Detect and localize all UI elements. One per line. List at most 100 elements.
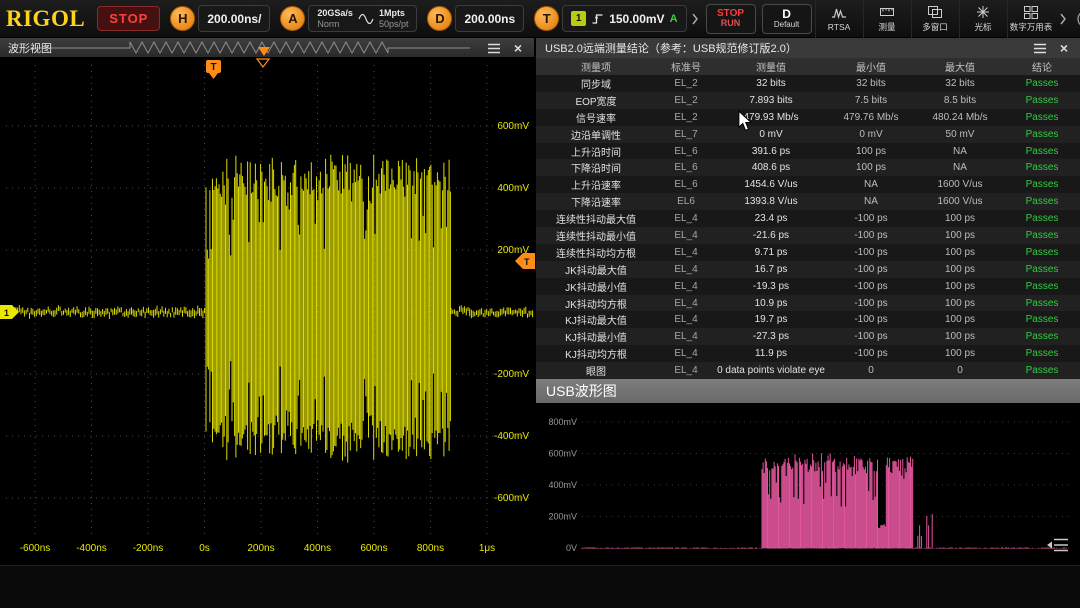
table-row[interactable]: 连续性抖动均方根EL_49.71 ps-100 ps100 psPasses	[536, 244, 1080, 261]
measure-item-cell: 上升沿时间	[536, 143, 656, 160]
table-row[interactable]: 眼图EL_40 data points violate eye00Passes	[536, 362, 1080, 379]
table-row[interactable]: 上升沿时间EL_6391.6 ps100 psNAPasses	[536, 143, 1080, 160]
delay-readout[interactable]: 200.00ns	[455, 5, 524, 32]
measured-value-cell: 9.71 ps	[716, 244, 826, 261]
y-axis-label: 0V	[566, 543, 577, 553]
multi-window-button[interactable]: 多窗口	[911, 0, 959, 38]
standard-cell: EL_2	[656, 109, 716, 126]
menu-icon[interactable]	[1032, 41, 1048, 55]
measure-item-cell: 同步域	[536, 75, 656, 92]
table-row[interactable]: KJ抖动最大值EL_419.7 ps-100 ps100 psPasses	[536, 311, 1080, 328]
chevron-right-icon[interactable]	[691, 13, 699, 25]
dvm-button[interactable]: 数字万用表	[1007, 0, 1055, 38]
chevron-right-icon[interactable]	[1059, 13, 1067, 25]
x-axis-label: 400ns	[304, 543, 331, 554]
collapse-menu-icon[interactable]	[1046, 536, 1070, 554]
spectrum-icon	[831, 6, 847, 20]
stop-run-button[interactable]: STOP RUN	[706, 4, 756, 34]
measure-item-cell: 连续性抖动最大值	[536, 210, 656, 227]
standard-cell: EL_4	[656, 244, 716, 261]
min-value-cell: 7.5 bits	[826, 92, 916, 109]
table-row[interactable]: 上升沿速率EL_61454.6 V/usNA1600 V/usPasses	[536, 176, 1080, 193]
waveform-plot[interactable]: 600mV400mV200mV-200mV-400mV-600mV-600ns-…	[0, 57, 535, 563]
result-cell: Passes	[1004, 345, 1080, 362]
x-axis-label: 800ns	[417, 543, 444, 554]
max-value-cell: 100 ps	[916, 210, 1004, 227]
measured-value-cell: 10.9 ps	[716, 295, 826, 312]
acquisition-status-button[interactable]: STOP	[97, 6, 160, 31]
multi-window-label: 多窗口	[922, 21, 948, 33]
min-value-cell: -100 ps	[826, 295, 916, 312]
column-header: 最小值	[826, 58, 916, 75]
delay-knob[interactable]: D	[427, 6, 452, 31]
trigger-position-marker[interactable]	[258, 47, 270, 56]
x-axis-label: -600ns	[20, 543, 51, 554]
column-header: 测量值	[716, 58, 826, 75]
measured-value-cell: 19.7 ps	[716, 311, 826, 328]
default-icon: D	[782, 8, 791, 21]
table-row[interactable]: JK抖动均方根EL_410.9 ps-100 ps100 psPasses	[536, 295, 1080, 312]
timebase-value: 200.00ns/	[207, 12, 261, 26]
usb-waveform-plot[interactable]: 800mV600mV400mV200mV0V	[536, 403, 1080, 563]
table-row[interactable]: 边沿单调性EL_70 mV0 mV50 mVPasses	[536, 126, 1080, 143]
max-value-cell: 100 ps	[916, 328, 1004, 345]
result-cell: Passes	[1004, 278, 1080, 295]
table-row[interactable]: 连续性抖动最小值EL_4-21.6 ps-100 ps100 psPasses	[536, 227, 1080, 244]
x-axis-label: 0s	[199, 543, 210, 554]
min-value-cell: 479.76 Mb/s	[826, 109, 916, 126]
table-row[interactable]: 下降沿速率EL61393.8 V/usNA1600 V/usPasses	[536, 193, 1080, 210]
trigger-time-marker[interactable]: T	[206, 60, 221, 79]
usb-plot-title: USB波形图	[546, 381, 617, 401]
table-row[interactable]: 连续性抖动最大值EL_423.4 ps-100 ps100 psPasses	[536, 210, 1080, 227]
min-value-cell: -100 ps	[826, 227, 916, 244]
table-row[interactable]: 信号速率EL_2479.93 Mb/s479.76 Mb/s480.24 Mb/…	[536, 109, 1080, 126]
measured-value-cell: -27.3 ps	[716, 328, 826, 345]
horizontal-knob[interactable]: H	[170, 6, 195, 31]
rtsa-button[interactable]: RTSA	[815, 0, 863, 38]
max-value-cell: 480.24 Mb/s	[916, 109, 1004, 126]
table-row[interactable]: JK抖动最大值EL_416.7 ps-100 ps100 psPasses	[536, 261, 1080, 278]
result-cell: Passes	[1004, 210, 1080, 227]
measured-value-cell: 7.893 bits	[716, 92, 826, 109]
trigger-position-outline-marker[interactable]	[257, 59, 269, 67]
timebase-readout[interactable]: 200.00ns/	[198, 5, 270, 32]
dvm-label: 数字万用表	[1010, 21, 1053, 33]
y-axis-label: 600mV	[548, 449, 577, 459]
rtsa-label: RTSA	[828, 22, 851, 32]
waveform-view-title: 波形视图	[8, 40, 52, 56]
measure-button[interactable]: 测量	[863, 0, 911, 38]
measured-value-cell: 1454.6 V/us	[716, 176, 826, 193]
y-axis-label: 600mV	[497, 121, 529, 132]
measured-value-cell: 0 data points violate eye	[716, 362, 826, 379]
standard-cell: EL_4	[656, 210, 716, 227]
close-icon[interactable]: ×	[510, 41, 526, 55]
min-value-cell: -100 ps	[826, 328, 916, 345]
x-axis-label: -400ns	[76, 543, 107, 554]
system-dial-icon[interactable]	[1075, 8, 1080, 30]
table-row[interactable]: 下降沿时间EL_6408.6 ps100 psNAPasses	[536, 159, 1080, 176]
close-icon[interactable]: ×	[1056, 41, 1072, 55]
y-axis-label: 200mV	[548, 512, 577, 522]
table-row[interactable]: 同步域EL_232 bits32 bits32 bitsPasses	[536, 75, 1080, 92]
table-row[interactable]: JK抖动最小值EL_4-19.3 ps-100 ps100 psPasses	[536, 278, 1080, 295]
min-value-cell: -100 ps	[826, 210, 916, 227]
acquisition-readout[interactable]: 20GSa/s Norm 1Mpts 50ps/pt	[308, 5, 417, 32]
time-per-point: 50ps/pt	[379, 19, 409, 29]
max-value-cell: 100 ps	[916, 261, 1004, 278]
table-row[interactable]: EOP宽度EL_27.893 bits7.5 bits8.5 bitsPasse…	[536, 92, 1080, 109]
standard-cell: EL_4	[656, 311, 716, 328]
min-value-cell: -100 ps	[826, 278, 916, 295]
max-value-cell: 100 ps	[916, 227, 1004, 244]
default-button[interactable]: D Default	[762, 4, 812, 34]
table-row[interactable]: KJ抖动均方根EL_411.9 ps-100 ps100 psPasses	[536, 345, 1080, 362]
menu-icon[interactable]	[486, 41, 502, 55]
measure-item-cell: 连续性抖动均方根	[536, 244, 656, 261]
result-cell: Passes	[1004, 126, 1080, 143]
min-value-cell: -100 ps	[826, 244, 916, 261]
trigger-knob[interactable]: T	[534, 6, 559, 31]
table-row[interactable]: KJ抖动最小值EL_4-27.3 ps-100 ps100 psPasses	[536, 328, 1080, 345]
cursor-button[interactable]: 光标	[959, 0, 1007, 38]
acquisition-knob[interactable]: A	[280, 6, 305, 31]
min-value-cell: 100 ps	[826, 143, 916, 160]
trigger-readout[interactable]: 1 150.00mV A	[562, 5, 686, 32]
